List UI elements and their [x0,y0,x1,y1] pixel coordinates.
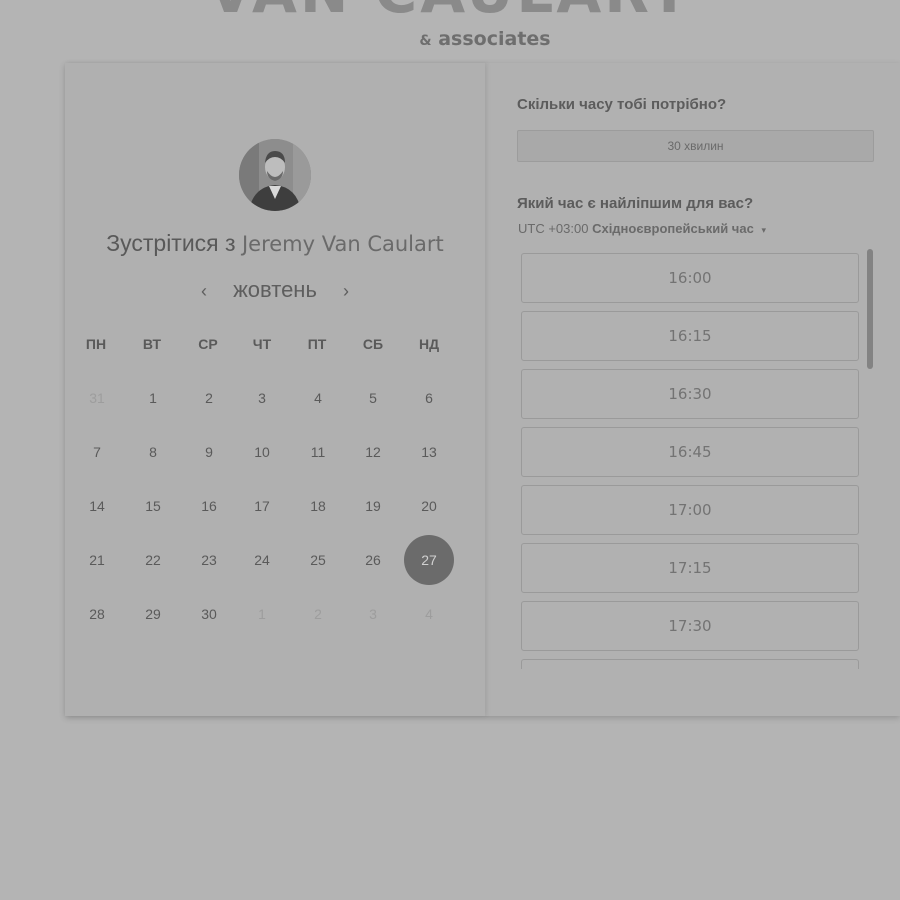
host-photo [239,139,311,211]
calendar-day[interactable]: 23 [189,550,229,570]
time-slot-button[interactable] [521,659,859,669]
host-name: Jeremy Van Caulart [241,232,444,256]
weekday-label: ВТ [142,336,162,352]
calendar-day[interactable]: 19 [353,496,393,516]
calendar-day[interactable]: 6 [409,388,449,408]
next-month-icon[interactable]: › [331,281,361,302]
calendar-day[interactable]: 26 [353,550,393,570]
calendar-day[interactable]: 1 [133,388,173,408]
weekday-label: ПН [85,336,107,352]
time-slot-button[interactable]: 17:30 [521,601,859,651]
calendar-day[interactable]: 16 [189,496,229,516]
time-slot-list[interactable]: 16:00 16:15 16:30 16:45 17:00 17:15 17:30 [521,253,859,669]
calendar-day[interactable]: 20 [409,496,449,516]
calendar-day[interactable]: 2 [189,388,229,408]
calendar-day: 4 [425,606,433,622]
host-avatar [239,139,311,211]
weekday-label: СБ [362,336,384,352]
time-question: Який час є найліпшим для вас? [517,195,754,212]
time-slot-button[interactable]: 17:15 [521,543,859,593]
timezone-selector[interactable]: UTC +03:00 Східноєвропейський час ▾ [518,221,766,236]
calendar-day[interactable]: 13 [409,442,449,462]
calendar-day[interactable]: 15 [133,496,173,516]
calendar-day[interactable]: 5 [353,388,393,408]
calendar-day-selected[interactable]: 27 [404,535,454,585]
time-slot-button[interactable]: 16:45 [521,427,859,477]
calendar-day: 2 [314,606,322,622]
prev-month-icon[interactable]: ‹ [189,281,219,302]
weekday-header: ПН ВТ СР ЧТ ПТ СБ НД [65,336,485,356]
calendar-day[interactable]: 29 [133,604,173,624]
calendar-day[interactable]: 21 [77,550,117,570]
brand-sub-text: associates [438,28,551,50]
calendar-day[interactable]: 25 [298,550,338,570]
brand-amp: & [419,33,432,49]
timezone-offset: UTC +03:00 [518,221,589,236]
month-navigation: ‹ жовтень › [65,277,485,303]
calendar-day: 1 [258,606,266,622]
calendar-day[interactable]: 7 [77,442,117,462]
time-slot-button[interactable]: 16:00 [521,253,859,303]
duration-selector[interactable]: 30 хвилин [517,130,874,162]
meeting-title-prefix: Зустрітися з [106,230,236,256]
brand-logo: VAN CAULART [0,0,900,26]
calendar-day[interactable]: 10 [242,442,282,462]
time-slot-button[interactable]: 16:30 [521,369,859,419]
booking-card: Зустрітися з Jeremy Van Caulart ‹ жовтен… [65,63,900,716]
calendar-day: 3 [369,606,377,622]
duration-question: Скільки часу тобі потрібно? [517,96,727,113]
calendar-pane: Зустрітися з Jeremy Van Caulart ‹ жовтен… [65,63,485,716]
calendar-day[interactable]: 9 [189,442,229,462]
weekday-label: СР [198,336,218,352]
meeting-title: Зустрітися з Jeremy Van Caulart [65,230,485,257]
calendar-day[interactable]: 3 [242,388,282,408]
calendar-day[interactable]: 17 [242,496,282,516]
timezone-name: Східноєвропейський час [592,221,754,236]
calendar-day[interactable]: 30 [189,604,229,624]
calendar-day[interactable]: 22 [133,550,173,570]
chevron-down-icon: ▾ [761,225,766,235]
time-slot-button[interactable]: 17:00 [521,485,859,535]
calendar-day[interactable]: 4 [298,388,338,408]
calendar-day[interactable]: 11 [298,442,338,462]
calendar-day[interactable]: 14 [77,496,117,516]
calendar-day: 31 [89,390,105,406]
weekday-label: ЧТ [252,336,272,352]
weekday-label: НД [418,336,440,352]
calendar-day[interactable]: 12 [353,442,393,462]
weekday-label: ПТ [307,336,327,352]
current-month: жовтень [233,277,317,302]
calendar-day[interactable]: 24 [242,550,282,570]
brand-subtitle: & associates [0,28,900,50]
slot-list-scrollbar[interactable] [867,249,873,369]
time-slot-button[interactable]: 16:15 [521,311,859,361]
calendar-day[interactable]: 28 [77,604,117,624]
time-selection-pane: Скільки часу тобі потрібно? 30 хвилин Як… [517,63,900,716]
calendar-day[interactable]: 18 [298,496,338,516]
calendar-day[interactable]: 8 [133,442,173,462]
